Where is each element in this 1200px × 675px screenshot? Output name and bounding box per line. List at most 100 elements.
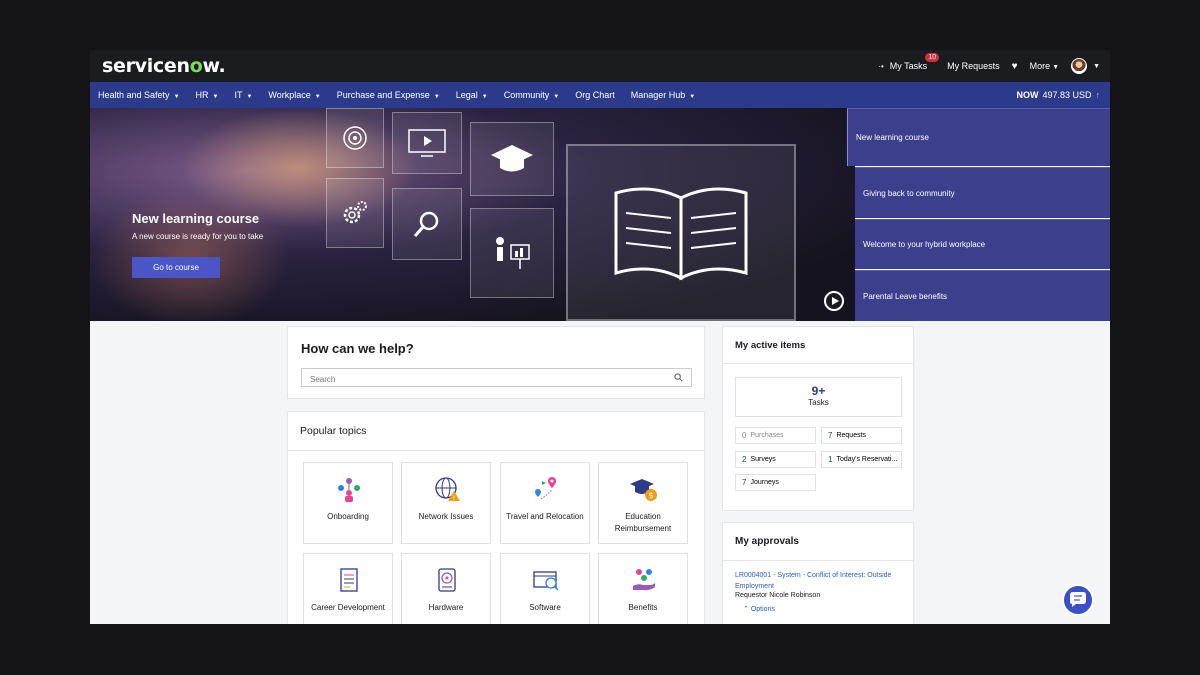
topic-label: Hardware [428,603,464,612]
approval-options[interactable]: ⌃ Options [743,605,775,613]
tasks-count: 9+ [811,384,826,398]
reservations-item[interactable]: 1 Today's Reservati... [821,451,902,468]
heart-icon[interactable]: ♥ [1012,61,1018,72]
topic-label: Onboarding [327,512,369,521]
topic-label: Travel and Relocation [506,512,584,521]
chevron-down-icon: ▼ [553,94,560,100]
chevron-down-icon: ▼ [1093,62,1100,70]
surveys-item[interactable]: 2 Surveys [735,451,816,468]
chat-button[interactable] [1062,584,1094,616]
go-to-course-button[interactable]: Go to course [132,257,220,278]
tasks-label: Tasks [808,398,829,407]
svg-text:$: $ [648,491,653,500]
tasks-badge: 10 [925,53,940,62]
topic-network-issues[interactable]: ! Network Issues [401,462,491,544]
chevron-down-icon: ▼ [433,94,440,100]
active-items-card: My active items 9+ Tasks 0 Purchases 7 R… [722,326,914,511]
carousel-item-parental-leave[interactable]: Parental Leave benefits [855,270,1110,321]
onboarding-icon [338,478,360,502]
benefits-hand-icon [633,569,655,591]
requests-item[interactable]: 7 Requests [821,427,902,444]
servicenow-logo[interactable]: servicenow. [102,55,226,77]
hero-title: New learning course [132,211,260,226]
chevron-up-icon: ⌃ [743,606,751,613]
topic-education-reimbursement[interactable]: $ Education Reimbursement [598,462,688,544]
divider [723,363,913,364]
approvals-title: My approvals [735,536,799,547]
topic-label: Benefits [628,603,658,612]
education-cap-icon: $ [630,479,657,501]
graduation-cap-icon [470,122,554,196]
hero-carousel-list: New learning course Giving back to commu… [847,108,1110,321]
active-items-title: My active items [735,340,806,351]
play-icon[interactable] [824,291,844,311]
carousel-item-new-learning-course[interactable]: New learning course [847,108,1110,166]
approval-requestor: Requestor Nicole Robinson [735,592,821,599]
carousel-item-hybrid-workplace[interactable]: Welcome to your hybrid workplace [855,219,1110,269]
more-menu[interactable]: More ▼ [1030,61,1059,71]
topic-onboarding[interactable]: Onboarding [303,462,393,544]
tasks-summary[interactable]: 9+ Tasks [735,377,902,417]
network-globe-icon: ! [435,477,460,502]
travel-icon [535,477,556,500]
career-document-icon [340,568,358,592]
divider [723,560,913,561]
gears-icon [326,178,384,248]
arrow-up-icon: ↑ [1095,90,1101,100]
software-window-icon [533,571,559,591]
nav-item-manager-hub[interactable]: Manager Hub ▼ [631,90,696,100]
hero-banner: New learning course A new course is read… [90,108,855,321]
avatar [1071,58,1088,74]
popular-topics-title: Popular topics [300,425,367,437]
nav-item-purchase-and-expense[interactable]: Purchase and Expense ▼ [337,90,440,100]
topic-hardware[interactable]: Hardware [401,553,491,624]
chevron-down-icon: ▼ [212,94,219,100]
nav-item-community[interactable]: Community ▼ [504,90,559,100]
user-menu[interactable]: ▼ [1071,58,1100,74]
chevron-down-icon: ▼ [246,94,253,100]
nav-item-it[interactable]: IT ▼ [234,90,252,100]
chevron-down-icon: ▼ [689,94,696,100]
my-tasks-link[interactable]: ·• My Tasks 10 [878,53,940,71]
topic-software[interactable]: Software [500,553,590,624]
video-icon [392,112,462,174]
topic-label: Education Reimbursement [614,512,672,533]
chevron-down-icon: ▼ [1052,64,1060,71]
topic-career-development[interactable]: Career Development [303,553,393,624]
search-icon[interactable] [674,373,683,382]
magnifier-icon [392,188,462,260]
nav-item-org-chart[interactable]: Org Chart [575,90,615,100]
carousel-item-giving-back[interactable]: Giving back to community [855,167,1110,218]
nav-item-workplace[interactable]: Workplace ▼ [268,90,320,100]
help-card: How can we help? [287,326,705,399]
tasks-dot-icon: ·• [878,61,884,71]
hardware-disk-icon [438,568,456,592]
my-tasks-label: My Tasks [889,61,928,71]
top-bar: servicenow. ·• My Tasks 10 My Requests ♥… [90,50,1110,82]
chevron-down-icon: ▼ [173,94,180,100]
search-input[interactable] [302,371,662,388]
approval-link[interactable]: LR0004001 - System - Conflict of Interes… [735,570,907,592]
topic-label: Software [529,603,561,612]
topic-label: Network Issues [418,512,474,521]
topic-travel-and-relocation[interactable]: Travel and Relocation [500,462,590,544]
journeys-item[interactable]: 7 Journeys [735,474,816,491]
topic-label: Career Development [311,603,385,612]
nav-item-legal[interactable]: Legal ▼ [456,90,488,100]
header-actions: ·• My Tasks 10 My Requests ♥ More ▼ ▼ [878,50,1100,82]
topic-benefits[interactable]: Benefits [598,553,688,624]
book-icon [566,144,796,321]
app-window: servicenow. ·• My Tasks 10 My Requests ♥… [90,50,1110,624]
target-icon [326,108,384,168]
divider [288,450,704,451]
now-balance: NOW 497.83 USD ↑ [1016,90,1101,100]
chat-icon [1070,592,1086,607]
purchases-item[interactable]: 0 Purchases [735,427,816,444]
hero-subtitle: A new course is ready for you to take [132,232,264,241]
nav-item-hr[interactable]: HR ▼ [196,90,219,100]
chevron-down-icon: ▼ [481,94,488,100]
my-requests-link[interactable]: My Requests [947,61,1000,71]
search-box [301,368,692,388]
help-title: How can we help? [301,341,414,356]
nav-item-health-and-safety[interactable]: Health and Safety ▼ [98,90,180,100]
